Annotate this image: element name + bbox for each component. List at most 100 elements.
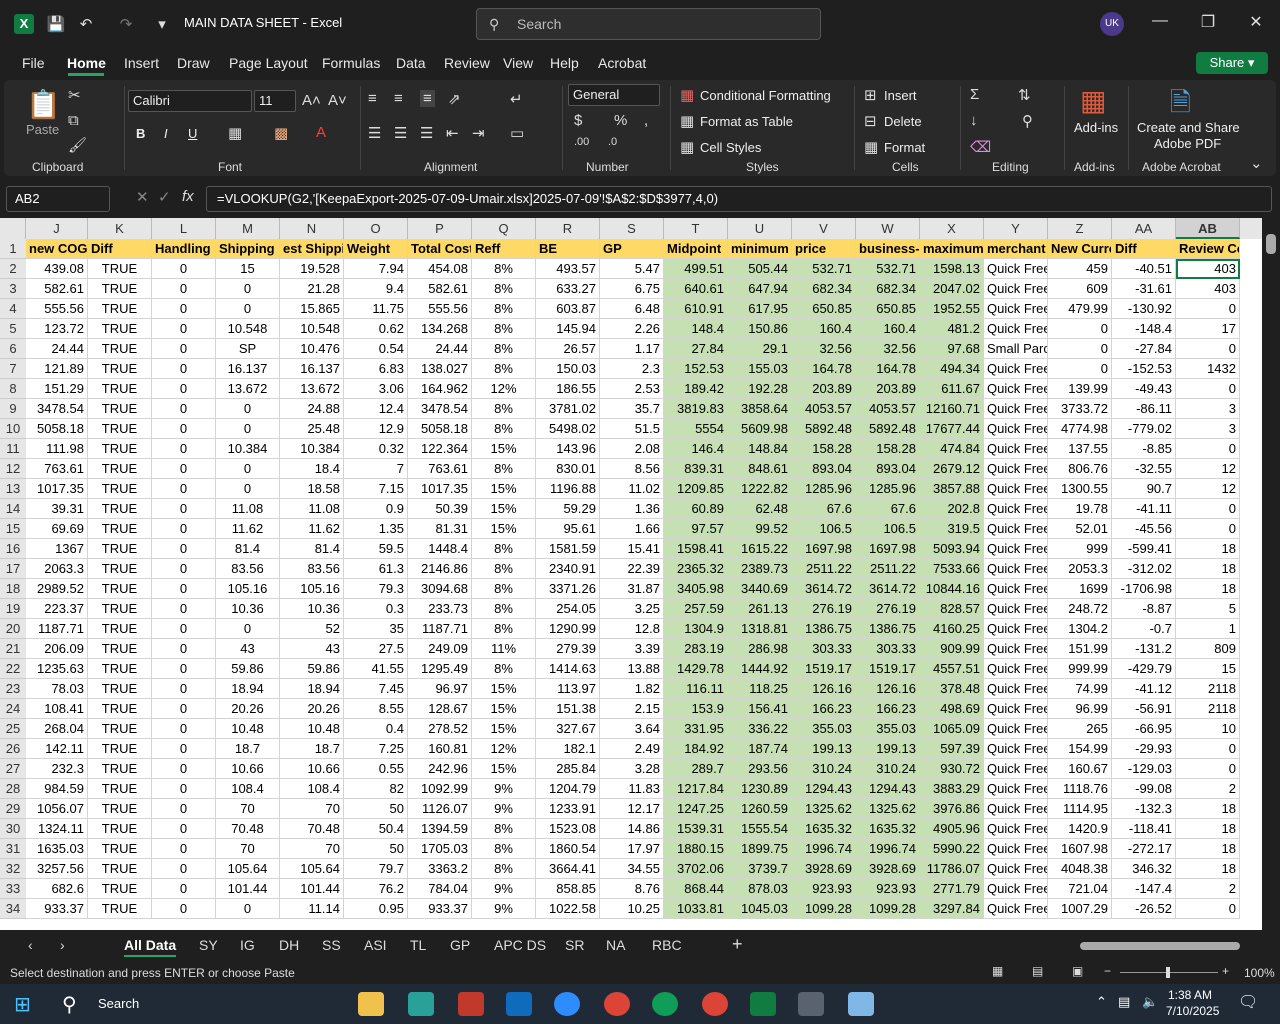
column-header[interactable]: Z [1048, 218, 1112, 239]
table-cell[interactable]: 494.34 [920, 359, 984, 379]
table-cell[interactable]: 3928.69 [792, 859, 856, 879]
table-cell[interactable]: 5892.48 [856, 419, 920, 439]
table-cell[interactable]: 505.44 [728, 259, 792, 279]
table-cell[interactable]: 186.55 [536, 379, 600, 399]
table-cell[interactable]: 116.11 [664, 679, 728, 699]
table-cell[interactable]: 192.28 [728, 379, 792, 399]
table-cell[interactable]: 0 [152, 779, 216, 799]
table-cell[interactable]: 22.39 [600, 559, 664, 579]
header-cell[interactable]: new COG [26, 239, 88, 259]
table-cell[interactable]: 8% [472, 599, 536, 619]
table-cell[interactable]: 96.97 [408, 679, 472, 699]
table-cell[interactable]: TRUE [88, 419, 152, 439]
add-sheet-icon[interactable]: + [732, 934, 743, 955]
redo-icon[interactable]: ↷ [116, 14, 136, 34]
table-cell[interactable]: Quick Free [984, 759, 1048, 779]
table-cell[interactable]: TRUE [88, 639, 152, 659]
table-cell[interactable]: 1386.75 [792, 619, 856, 639]
table-cell[interactable]: 15% [472, 759, 536, 779]
table-cell[interactable]: 15% [472, 479, 536, 499]
table-cell[interactable]: 0.54 [344, 339, 408, 359]
column-header[interactable]: K [88, 218, 152, 239]
table-cell[interactable]: 7.45 [344, 679, 408, 699]
row-header[interactable]: 12 [0, 459, 26, 479]
table-cell[interactable]: 128.67 [408, 699, 472, 719]
header-cell[interactable]: BE [536, 239, 600, 259]
conditional-formatting-button[interactable]: Conditional Formatting [700, 88, 831, 103]
table-cell[interactable]: TRUE [88, 799, 152, 819]
table-cell[interactable]: 12 [1176, 459, 1240, 479]
table-cell[interactable]: 582.61 [408, 279, 472, 299]
table-cell[interactable]: 3857.88 [920, 479, 984, 499]
page-layout-view-icon[interactable]: ▤ [1032, 964, 1043, 978]
table-cell[interactable]: 18.94 [280, 679, 344, 699]
table-cell[interactable]: 18 [1176, 539, 1240, 559]
row-header[interactable]: 10 [0, 419, 26, 439]
table-cell[interactable]: TRUE [88, 519, 152, 539]
table-cell[interactable]: 1386.75 [856, 619, 920, 639]
sheet-tab[interactable]: APC DS [494, 937, 546, 953]
increase-indent-icon[interactable]: ⇥ [472, 124, 485, 142]
row-header[interactable]: 22 [0, 659, 26, 679]
table-cell[interactable]: 8% [472, 839, 536, 859]
table-cell[interactable]: 1325.62 [856, 799, 920, 819]
table-cell[interactable]: 933.37 [26, 899, 88, 919]
table-cell[interactable]: 784.04 [408, 879, 472, 899]
table-cell[interactable]: 70.48 [280, 819, 344, 839]
table-cell[interactable]: 378.48 [920, 679, 984, 699]
table-cell[interactable]: 0 [1176, 439, 1240, 459]
table-cell[interactable]: 839.31 [664, 459, 728, 479]
table-cell[interactable]: 3440.69 [728, 579, 792, 599]
table-cell[interactable]: 303.33 [792, 639, 856, 659]
table-cell[interactable]: 1324.11 [26, 819, 88, 839]
table-cell[interactable]: 7.15 [344, 479, 408, 499]
table-cell[interactable]: 355.03 [792, 719, 856, 739]
table-cell[interactable]: 34.55 [600, 859, 664, 879]
zoom-slider-thumb[interactable] [1166, 967, 1170, 978]
table-cell[interactable]: 0 [152, 559, 216, 579]
table-cell[interactable]: 2047.02 [920, 279, 984, 299]
table-cell[interactable]: 97.68 [920, 339, 984, 359]
table-cell[interactable]: 2053.3 [1048, 559, 1112, 579]
table-cell[interactable]: 403 [1176, 279, 1240, 299]
header-cell[interactable]: est Shippi [280, 239, 344, 259]
table-cell[interactable]: 10.48 [280, 719, 344, 739]
row-header[interactable]: 27 [0, 759, 26, 779]
table-cell[interactable]: 249.09 [408, 639, 472, 659]
table-cell[interactable]: 293.56 [728, 759, 792, 779]
table-cell[interactable]: 105.16 [216, 579, 280, 599]
confirm-entry-icon[interactable]: ✓ [158, 188, 171, 206]
table-cell[interactable]: 146.4 [664, 439, 728, 459]
table-cell[interactable]: 499.51 [664, 259, 728, 279]
table-cell[interactable]: 4053.57 [856, 399, 920, 419]
table-cell[interactable]: 2.26 [600, 319, 664, 339]
chrome-icon[interactable] [702, 992, 728, 1016]
table-cell[interactable]: 11.02 [600, 479, 664, 499]
table-cell[interactable]: 0 [1048, 339, 1112, 359]
row-header[interactable]: 30 [0, 819, 26, 839]
table-cell[interactable]: 121.89 [26, 359, 88, 379]
underline-button[interactable]: U [188, 126, 197, 141]
table-cell[interactable]: 3.39 [600, 639, 664, 659]
table-cell[interactable]: 3405.98 [664, 579, 728, 599]
table-cell[interactable]: 206.09 [26, 639, 88, 659]
table-cell[interactable]: 5990.22 [920, 839, 984, 859]
table-cell[interactable]: 8% [472, 579, 536, 599]
table-cell[interactable]: 582.61 [26, 279, 88, 299]
table-cell[interactable]: 1523.08 [536, 819, 600, 839]
notifications-icon[interactable]: 🗨 [1238, 992, 1258, 1012]
sheet-tab[interactable]: SR [565, 937, 584, 953]
table-cell[interactable]: 12.9 [344, 419, 408, 439]
table-cell[interactable]: 1099.28 [856, 899, 920, 919]
format-cells-button[interactable]: Format [884, 140, 925, 155]
table-cell[interactable]: 2.3 [600, 359, 664, 379]
table-cell[interactable]: 20.26 [280, 699, 344, 719]
row-header[interactable]: 24 [0, 699, 26, 719]
column-header[interactable]: R [536, 218, 600, 239]
table-cell[interactable]: 18 [1176, 859, 1240, 879]
table-cell[interactable]: TRUE [88, 759, 152, 779]
table-cell[interactable]: Small Parc [984, 339, 1048, 359]
table-cell[interactable]: Quick Free [984, 739, 1048, 759]
row-header[interactable]: 7 [0, 359, 26, 379]
table-cell[interactable]: 105.16 [280, 579, 344, 599]
